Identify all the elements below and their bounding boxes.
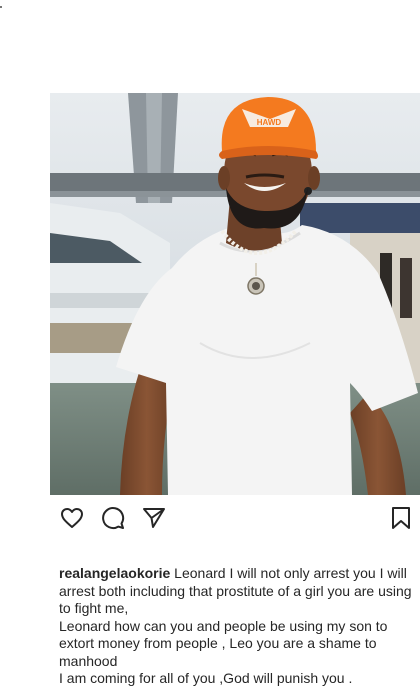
caption-text-2: Leonard how can you and people be using … xyxy=(59,617,388,669)
caption-text-3: I am coming for all of you ,God will pun… xyxy=(59,670,353,686)
save-button[interactable] xyxy=(388,505,414,531)
send-icon xyxy=(143,508,165,528)
share-button[interactable] xyxy=(141,505,167,531)
like-button[interactable] xyxy=(59,505,85,531)
post-caption: realangelaokorie Leonard I will not only… xyxy=(59,565,415,688)
post-actions-bar xyxy=(50,505,420,531)
comment-icon xyxy=(102,507,125,530)
caption-first-paragraph: realangelaokorie Leonard I will not only… xyxy=(59,565,415,618)
username-link[interactable]: realangelaokorie xyxy=(59,565,170,581)
heart-icon xyxy=(61,508,83,528)
bookmark-icon xyxy=(392,507,410,529)
comment-button[interactable] xyxy=(100,505,126,531)
cap-logo-text: HAWD xyxy=(257,118,282,127)
corner-dot xyxy=(0,6,2,8)
post-photo[interactable]: HAWD xyxy=(50,93,420,495)
